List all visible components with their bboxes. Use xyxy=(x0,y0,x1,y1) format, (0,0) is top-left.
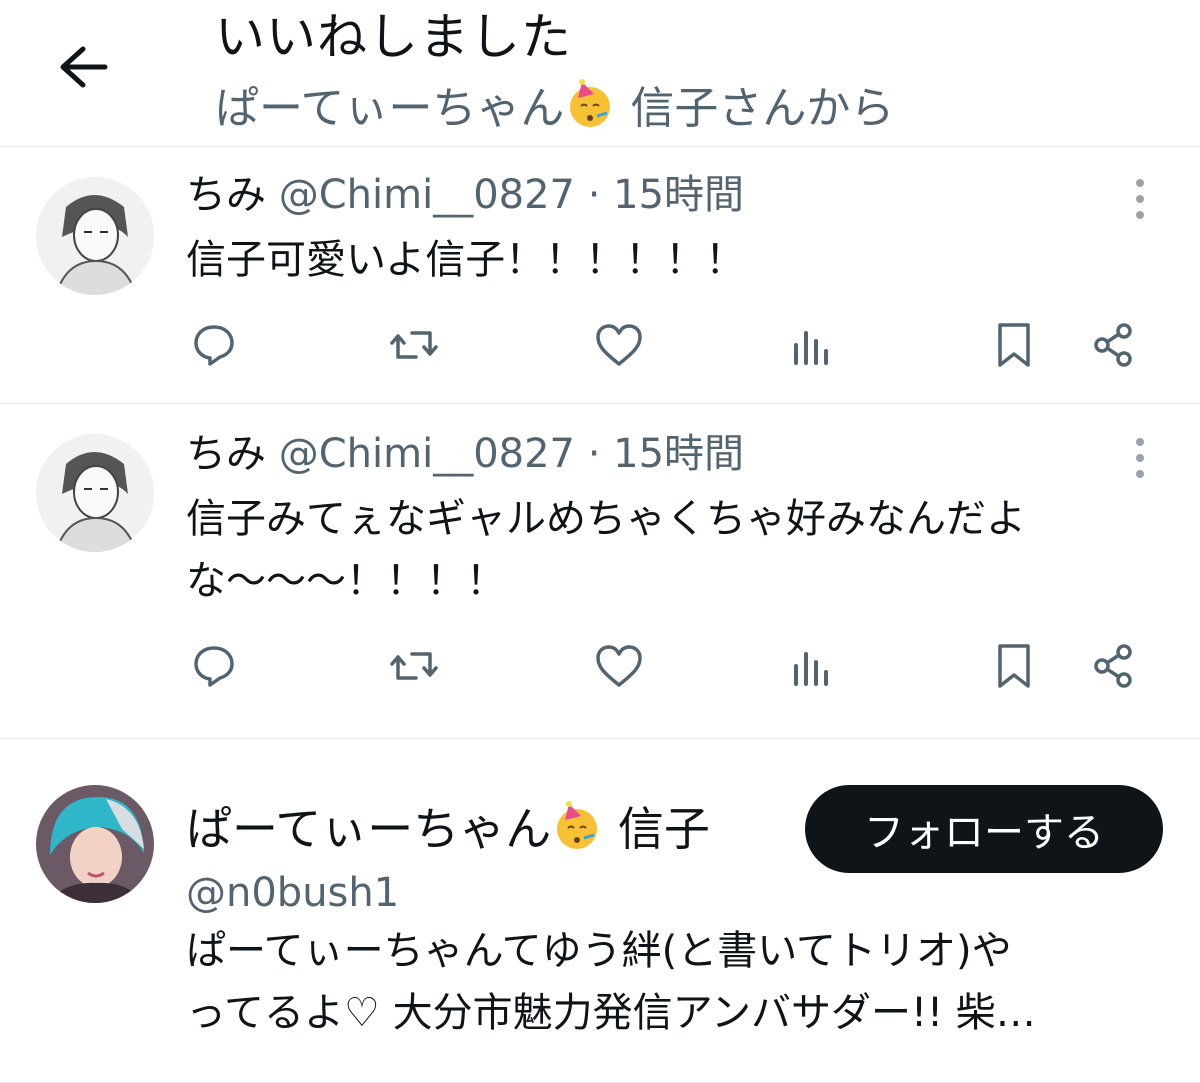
back-arrow-icon[interactable] xyxy=(50,34,116,100)
reply-icon[interactable] xyxy=(186,317,242,373)
like-icon[interactable] xyxy=(591,638,647,694)
author-name[interactable]: ちみ xyxy=(186,431,266,477)
user-cell[interactable]: ぱーてぃーちゃん 信子 @n0bush1 フォローする ぱーてぃーちゃんてゆう絆… xyxy=(0,740,1200,1083)
page-subtitle: ぱーてぃーちゃん 信子さんから xyxy=(215,78,894,144)
retweet-icon[interactable] xyxy=(386,638,442,694)
bio-line: ってるよ♡ 大分市魅力発信アンバサダー!! 柴… xyxy=(186,990,1036,1036)
author-name[interactable]: ちみ xyxy=(186,172,266,218)
tweet-actions xyxy=(186,638,1146,694)
party-face-emoji xyxy=(551,800,603,865)
share-icon[interactable] xyxy=(1086,638,1142,694)
tweet-text: 信子可愛いよ信子！！！！！！ xyxy=(186,237,746,283)
reply-icon[interactable] xyxy=(186,638,242,694)
tweet-actions xyxy=(186,317,1146,373)
tweet[interactable]: ちみ @Chimi__0827 · 15時間 信子みてぇなギャルめちゃくちゃ好み… xyxy=(0,404,1200,739)
follow-button[interactable]: フォローする xyxy=(805,785,1163,873)
avatar[interactable] xyxy=(36,434,154,552)
author-handle[interactable]: @Chimi__0827 xyxy=(279,172,575,218)
bookmark-icon[interactable] xyxy=(986,638,1042,694)
like-icon[interactable] xyxy=(591,317,647,373)
share-icon[interactable] xyxy=(1086,317,1142,373)
author-handle[interactable]: @Chimi__0827 xyxy=(279,431,575,477)
user-name[interactable]: ぱーてぃーちゃん 信子 xyxy=(186,800,710,865)
tweet-time[interactable]: 15時間 xyxy=(613,431,744,477)
bookmark-icon[interactable] xyxy=(986,317,1042,373)
tweet-meta: ちみ @Chimi__0827 · 15時間 xyxy=(186,428,744,480)
user-name-rest: 信子 xyxy=(603,802,710,856)
top-bar: いいねしました ぱーてぃーちゃん 信子さんから xyxy=(0,0,1200,147)
subtitle-rest: 信子さんから xyxy=(616,83,895,134)
bio-line: ぱーてぃーちゃんてゆう絆(と書いてトリオ)や xyxy=(186,928,1012,974)
tweet-time[interactable]: 15時間 xyxy=(613,172,744,218)
subtitle-user-name: ぱーてぃーちゃん xyxy=(215,83,565,134)
meta-separator: · xyxy=(587,172,601,218)
more-icon[interactable] xyxy=(1128,177,1152,221)
meta-separator: · xyxy=(587,431,601,477)
views-icon[interactable] xyxy=(784,317,840,373)
retweet-icon[interactable] xyxy=(386,317,442,373)
user-handle[interactable]: @n0bush1 xyxy=(186,868,399,918)
page-title: いいねしました xyxy=(215,8,572,66)
more-icon[interactable] xyxy=(1128,436,1152,480)
user-name-text: ぱーてぃーちゃん xyxy=(186,802,552,856)
avatar[interactable] xyxy=(36,785,154,903)
tweet[interactable]: ちみ @Chimi__0827 · 15時間 信子可愛いよ信子！！！！！！ xyxy=(0,147,1200,404)
user-bio: ぱーてぃーちゃんてゆう絆(と書いてトリオ)や ってるよ♡ 大分市魅力発信アンバサ… xyxy=(186,920,1156,1044)
tweet-meta: ちみ @Chimi__0827 · 15時間 xyxy=(186,169,744,221)
tweet-text: 信子みてぇなギャルめちゃくちゃ好みなんだよな〜〜〜！！！！ xyxy=(186,496,1026,604)
party-face-emoji xyxy=(564,78,616,144)
avatar[interactable] xyxy=(36,177,154,295)
views-icon[interactable] xyxy=(784,638,840,694)
